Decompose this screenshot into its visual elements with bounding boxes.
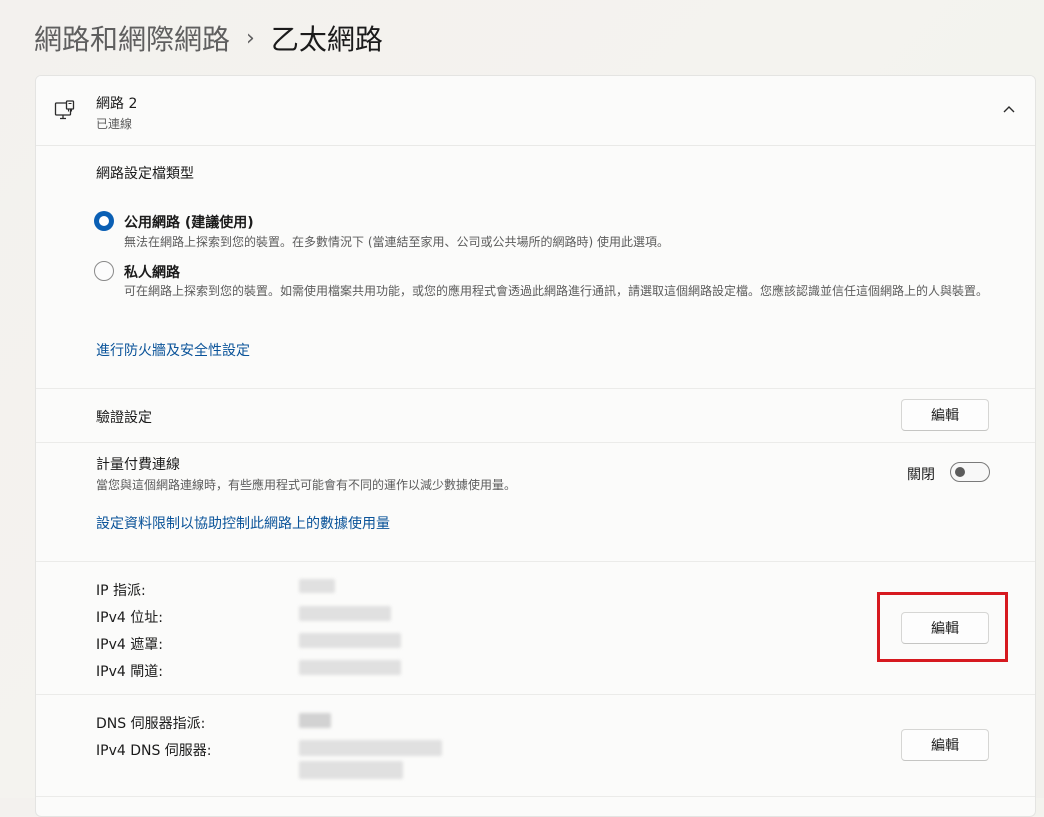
ipv4-mask-label: IPv4 遮罩: bbox=[96, 637, 163, 653]
breadcrumb-parent[interactable]: 網路和網際網路 bbox=[34, 18, 230, 58]
redacted-value bbox=[299, 633, 401, 648]
metered-connection-label: 計量付費連線 bbox=[96, 457, 180, 473]
redacted-value bbox=[299, 579, 335, 593]
ipv4-dns-label: IPv4 DNS 伺服器: bbox=[96, 743, 212, 759]
network-card: 網路 2 已連線 網路設定檔類型 公用網路 (建議使用) 無法在網路上探索到您的… bbox=[35, 75, 1036, 817]
private-network-desc: 可在網路上探索到您的裝置。如需使用檔案共用功能，或您的應用程式會透過此網路進行通… bbox=[124, 284, 989, 298]
divider bbox=[36, 796, 1035, 797]
divider bbox=[36, 694, 1035, 695]
network-status: 已連線 bbox=[96, 117, 133, 131]
breadcrumb-separator-icon: › bbox=[246, 25, 255, 51]
dns-edit-button[interactable]: 編輯 bbox=[901, 729, 989, 761]
breadcrumb: 網路和網際網路 › 乙太網路 bbox=[34, 18, 383, 58]
highlight-box bbox=[877, 592, 1008, 662]
ipv4-address-label: IPv4 位址: bbox=[96, 610, 163, 626]
data-limit-link[interactable]: 設定資料限制以協助控制此網路上的數據使用量 bbox=[96, 513, 390, 533]
ip-assignment-label: IP 指派: bbox=[96, 583, 146, 599]
profile-type-title: 網路設定檔類型 bbox=[96, 166, 194, 182]
metered-toggle[interactable] bbox=[950, 462, 990, 482]
public-network-label[interactable]: 公用網路 (建議使用) bbox=[124, 212, 254, 232]
chevron-up-icon[interactable] bbox=[1002, 104, 1016, 114]
radio-private-network[interactable] bbox=[94, 261, 114, 281]
divider bbox=[36, 388, 1035, 389]
private-network-label[interactable]: 私人網路 bbox=[124, 262, 180, 282]
redacted-value bbox=[299, 606, 391, 621]
metered-connection-desc: 當您與這個網路連線時，有些應用程式可能會有不同的運作以減少數據使用量。 bbox=[96, 478, 517, 492]
public-network-desc: 無法在網路上探索到您的裝置。在多數情況下 (當連結至家用、公司或公共場所的網路時… bbox=[124, 235, 669, 249]
network-name: 網路 2 bbox=[96, 96, 138, 112]
radio-public-network[interactable] bbox=[94, 211, 114, 231]
ethernet-monitor-icon bbox=[54, 100, 75, 120]
firewall-settings-link[interactable]: 進行防火牆及安全性設定 bbox=[96, 340, 250, 360]
page-title: 乙太網路 bbox=[270, 23, 383, 56]
dns-assignment-label: DNS 伺服器指派: bbox=[96, 716, 206, 732]
metered-toggle-state: 關閉 bbox=[907, 467, 935, 483]
divider bbox=[36, 442, 1035, 443]
divider bbox=[36, 561, 1035, 562]
ipv4-gateway-label: IPv4 閘道: bbox=[96, 664, 163, 680]
redacted-value bbox=[299, 713, 331, 728]
network-card-header[interactable]: 網路 2 已連線 bbox=[36, 76, 1035, 146]
redacted-value bbox=[299, 761, 403, 779]
redacted-value bbox=[299, 660, 401, 675]
auth-settings-label: 驗證設定 bbox=[96, 410, 152, 426]
auth-edit-button[interactable]: 編輯 bbox=[901, 399, 989, 431]
redacted-value bbox=[299, 740, 442, 756]
